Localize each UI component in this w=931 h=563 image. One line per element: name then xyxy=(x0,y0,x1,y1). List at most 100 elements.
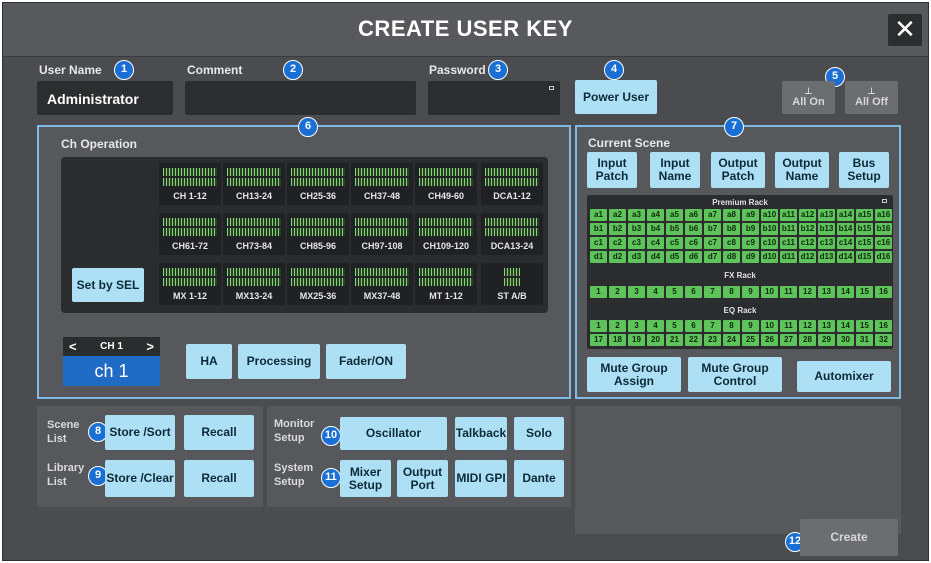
rack-slot[interactable]: 16 xyxy=(875,286,892,298)
rack-slot[interactable]: c3 xyxy=(628,237,645,249)
mute-group-control-button[interactable]: Mute Group Control xyxy=(688,357,782,392)
rack-slot[interactable]: a9 xyxy=(742,209,759,221)
rack-slot[interactable]: 6 xyxy=(685,320,702,332)
password-field[interactable] xyxy=(428,81,560,115)
rack-slot[interactable]: a6 xyxy=(685,209,702,221)
rack-slot[interactable]: 8 xyxy=(723,286,740,298)
channel-group-ch49-60[interactable]: CH49-60 xyxy=(415,163,477,205)
rack-slot[interactable]: a10 xyxy=(761,209,778,221)
mute-group-assign-button[interactable]: Mute Group Assign xyxy=(587,357,681,392)
rack-slot[interactable]: c5 xyxy=(666,237,683,249)
all-off-button[interactable]: ⊥ All Off xyxy=(845,81,898,114)
rack-slot[interactable]: a7 xyxy=(704,209,721,221)
rack-slot[interactable]: a1 xyxy=(590,209,607,221)
rack-slot[interactable]: b14 xyxy=(837,223,854,235)
automixer-button[interactable]: Automixer xyxy=(797,361,891,392)
channel-group-ch37-48[interactable]: CH37-48 xyxy=(351,163,413,205)
rack-slot[interactable]: d9 xyxy=(742,251,759,263)
oscillator-button[interactable]: Oscillator xyxy=(340,417,447,450)
rack-slot[interactable]: 9 xyxy=(742,286,759,298)
talkback-button[interactable]: Talkback xyxy=(455,417,507,450)
rack-slot[interactable]: 22 xyxy=(685,334,702,346)
rack-slot[interactable]: c11 xyxy=(780,237,797,249)
rack-slot[interactable]: a12 xyxy=(799,209,816,221)
rack-slot[interactable]: d11 xyxy=(780,251,797,263)
rack-slot[interactable]: b2 xyxy=(609,223,626,235)
rack-slot[interactable]: b3 xyxy=(628,223,645,235)
rack-slot[interactable]: d8 xyxy=(723,251,740,263)
channel-group-st-a-b[interactable]: ST A/B xyxy=(481,263,543,305)
rack-slot[interactable]: b16 xyxy=(875,223,892,235)
bus-setup-button[interactable]: Bus Setup xyxy=(839,152,889,188)
rack-slot[interactable]: 5 xyxy=(666,286,683,298)
rack-slot[interactable]: c12 xyxy=(799,237,816,249)
rack-slot[interactable]: 11 xyxy=(780,320,797,332)
rack-slot[interactable]: d5 xyxy=(666,251,683,263)
channel-group-ch97-108[interactable]: CH97-108 xyxy=(351,213,413,255)
rack-slot[interactable]: 10 xyxy=(761,286,778,298)
rack-slot[interactable]: b9 xyxy=(742,223,759,235)
rack-slot[interactable]: 2 xyxy=(609,286,626,298)
rack-slot[interactable]: 2 xyxy=(609,320,626,332)
rack-slot[interactable]: 11 xyxy=(780,286,797,298)
rack-slot[interactable]: 27 xyxy=(780,334,797,346)
rack-slot[interactable]: d6 xyxy=(685,251,702,263)
rack-slot[interactable]: 30 xyxy=(837,334,854,346)
rack-slot[interactable]: d4 xyxy=(647,251,664,263)
midi-gpi-button[interactable]: MIDI GPI xyxy=(455,460,507,497)
rack-slot[interactable]: 7 xyxy=(704,320,721,332)
input-patch-button[interactable]: Input Patch xyxy=(587,152,637,188)
input-name-button[interactable]: Input Name xyxy=(650,152,700,188)
rack-slot[interactable]: 14 xyxy=(837,286,854,298)
rack-slot[interactable]: d1 xyxy=(590,251,607,263)
rack-slot[interactable]: c9 xyxy=(742,237,759,249)
channel-group-dca1-12[interactable]: DCA1-12 xyxy=(481,163,543,205)
output-name-button[interactable]: Output Name xyxy=(775,152,829,188)
rack-slot[interactable]: d14 xyxy=(837,251,854,263)
channel-group-mx13-24[interactable]: MX13-24 xyxy=(223,263,285,305)
channel-group-mx1-12[interactable]: MX 1-12 xyxy=(159,263,221,305)
rack-slot[interactable]: 15 xyxy=(856,320,873,332)
channel-group-ch109-120[interactable]: CH109-120 xyxy=(415,213,477,255)
rack-slot[interactable]: 24 xyxy=(723,334,740,346)
rack-slot[interactable]: c2 xyxy=(609,237,626,249)
dante-button[interactable]: Dante xyxy=(514,460,564,497)
mixer-setup-button[interactable]: Mixer Setup xyxy=(340,460,391,497)
processing-button[interactable]: Processing xyxy=(238,344,320,379)
all-on-button[interactable]: ⊥ All On xyxy=(782,81,835,114)
rack-slot[interactable]: 14 xyxy=(837,320,854,332)
library-recall-button[interactable]: Recall xyxy=(184,460,254,497)
rack-slot[interactable]: 29 xyxy=(818,334,835,346)
rack-slot[interactable]: c15 xyxy=(856,237,873,249)
rack-slot[interactable]: c1 xyxy=(590,237,607,249)
rack-slot[interactable]: 32 xyxy=(875,334,892,346)
rack-slot[interactable]: d2 xyxy=(609,251,626,263)
rack-slot[interactable]: c10 xyxy=(761,237,778,249)
rack-slot[interactable]: a14 xyxy=(837,209,854,221)
rack-slot[interactable]: d3 xyxy=(628,251,645,263)
rack-slot[interactable]: b12 xyxy=(799,223,816,235)
rack-slot[interactable]: b7 xyxy=(704,223,721,235)
rack-slot[interactable]: d12 xyxy=(799,251,816,263)
rack-slot[interactable]: 18 xyxy=(609,334,626,346)
user-name-field[interactable]: Administrator xyxy=(37,81,173,115)
rack-slot[interactable]: 4 xyxy=(647,320,664,332)
rack-slot[interactable]: 3 xyxy=(628,320,645,332)
create-button[interactable]: Create xyxy=(800,519,898,556)
rack-slot[interactable]: 1 xyxy=(590,320,607,332)
rack-slot[interactable]: d13 xyxy=(818,251,835,263)
rack-slot[interactable]: c6 xyxy=(685,237,702,249)
rack-slot[interactable]: b11 xyxy=(780,223,797,235)
rack-slot[interactable]: c16 xyxy=(875,237,892,249)
rack-slot[interactable]: a5 xyxy=(666,209,683,221)
rack-slot[interactable]: 26 xyxy=(761,334,778,346)
channel-group-mx25-36[interactable]: MX25-36 xyxy=(287,263,349,305)
rack-slot[interactable]: 16 xyxy=(875,320,892,332)
channel-group-ch13-24[interactable]: CH13-24 xyxy=(223,163,285,205)
rack-slot[interactable]: a3 xyxy=(628,209,645,221)
power-user-button[interactable]: Power User xyxy=(575,80,657,114)
scene-store-sort-button[interactable]: Store /Sort xyxy=(105,415,175,450)
rack-slot[interactable]: 8 xyxy=(723,320,740,332)
channel-group-ch73-84[interactable]: CH73-84 xyxy=(223,213,285,255)
library-store-clear-button[interactable]: Store /Clear xyxy=(105,460,175,497)
